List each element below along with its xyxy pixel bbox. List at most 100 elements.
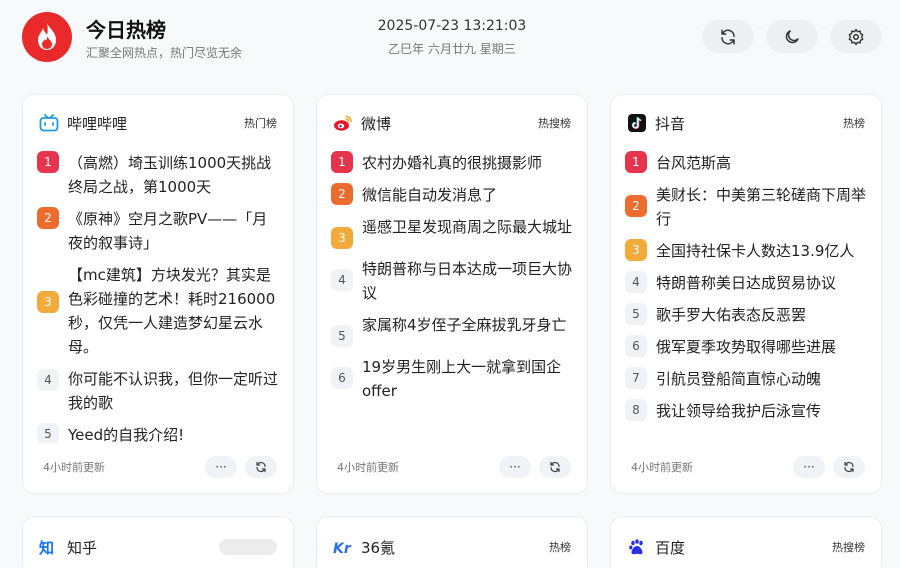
list-item[interactable]: 3 【mc建筑】方块发光？其实是色彩碰撞的艺术！耗时216000秒，仅凭一人建造梦… xyxy=(37,263,279,359)
rank-badge: 4 xyxy=(331,269,353,291)
list-item[interactable]: 6 19岁男生刚上大一就拿到国企offer xyxy=(331,355,573,403)
source-name: 微博 xyxy=(361,114,392,133)
card-header: 哔哩哔哩 热门榜 xyxy=(39,111,277,135)
bilibili-icon xyxy=(39,113,59,133)
item-title[interactable]: 【mc建筑】方块发光？其实是色彩碰撞的艺术！耗时216000秒，仅凭一人建造梦幻… xyxy=(68,263,279,359)
item-title[interactable]: Yeed的自我介绍! xyxy=(68,423,184,443)
item-title[interactable]: （高燃）埼玉训练1000天挑战终局之战，第1000天 xyxy=(68,151,279,199)
source-name: 百度 xyxy=(655,538,686,557)
item-title[interactable]: 微信能自动发消息了 xyxy=(362,183,497,207)
item-title[interactable]: 19岁男生刚上大一就拿到国企offer xyxy=(362,355,573,403)
item-title[interactable]: 我让领导给我护后泳宣传 xyxy=(656,399,821,423)
rank-badge: 4 xyxy=(625,271,647,293)
card-header: 微博 热搜榜 xyxy=(333,111,571,135)
rank-badge: 2 xyxy=(331,183,353,205)
refresh-icon xyxy=(721,29,735,44)
more-button[interactable]: ··· xyxy=(499,456,531,478)
settings-button[interactable] xyxy=(830,20,882,53)
item-title[interactable]: 《原神》空月之歌PV——「月夜的叙事诗」 xyxy=(68,207,279,255)
refresh-icon xyxy=(844,461,854,473)
hot-list: 1 农村办婚礼真的很挑摄影师 2 微信能自动发消息了 3 遥感卫星发现商周之际最大城址… xyxy=(331,151,573,443)
list-type-badge: 热门榜 xyxy=(244,117,277,130)
flame-logo-icon xyxy=(22,12,72,62)
list-item[interactable]: 4 特朗普称美日达成贸易协议 xyxy=(625,271,867,295)
dark-mode-button[interactable] xyxy=(766,20,818,53)
item-title[interactable]: 农村办婚礼真的很挑摄影师 xyxy=(362,151,542,175)
badge-loading-skeleton xyxy=(219,539,277,555)
list-item[interactable]: 4 你可能不认识我，但你一定听过我的歌 xyxy=(37,367,279,415)
app-subtitle: 汇聚全网热点，热门尽览无余 xyxy=(86,46,243,60)
item-title[interactable]: 台风范斯高 xyxy=(656,151,731,175)
datetime: 2025-07-23 13:21:03 xyxy=(377,18,527,34)
lunar-date: 乙巳年 六月廿九 星期三 xyxy=(388,42,516,56)
card-zhihu: 知 知乎 xyxy=(22,516,294,568)
refresh-icon xyxy=(550,461,560,473)
hot-list: 1 （高燃）埼玉训练1000天挑战终局之战，第1000天 2 《原神》空月之歌PV—… xyxy=(37,151,279,443)
36kr-icon: Kr xyxy=(333,537,353,557)
douyin-icon xyxy=(627,113,647,133)
card-header: Kr 36氪 热榜 xyxy=(333,535,571,559)
rank-badge: 5 xyxy=(37,423,59,443)
app-header: 今日热榜 汇聚全网热点，热门尽览无余 2025-07-23 13:21:03 乙… xyxy=(0,0,900,80)
rank-badge: 6 xyxy=(625,335,647,357)
refresh-button[interactable] xyxy=(245,456,277,478)
rank-badge: 3 xyxy=(331,227,353,249)
list-item[interactable]: 7 引航员登船简直惊心动魄 xyxy=(625,367,867,391)
list-item[interactable]: 2 《原神》空月之歌PV——「月夜的叙事诗」 xyxy=(37,207,279,255)
list-item[interactable]: 2 微信能自动发消息了 xyxy=(331,183,573,207)
zhihu-icon: 知 xyxy=(39,537,59,557)
list-item[interactable]: 1 农村办婚礼真的很挑摄影师 xyxy=(331,151,573,175)
list-item[interactable]: 1 （高燃）埼玉训练1000天挑战终局之战，第1000天 xyxy=(37,151,279,199)
more-button[interactable]: ··· xyxy=(793,456,825,478)
hot-list: 1 台风范斯高 2 美财长：中美第三轮磋商下周举行 3 全国持社保卡人数达13.9亿人… xyxy=(625,151,867,443)
rank-badge: 1 xyxy=(625,151,647,173)
updated-time: 4小时前更新 xyxy=(631,461,693,474)
item-title[interactable]: 特朗普称美日达成贸易协议 xyxy=(656,271,836,295)
item-title[interactable]: 遥感卫星发现商周之际最大城址 xyxy=(362,215,572,239)
moon-icon xyxy=(785,29,799,43)
weibo-icon xyxy=(333,113,353,133)
more-button[interactable]: ··· xyxy=(205,456,237,478)
source-name: 抖音 xyxy=(655,114,686,133)
item-title[interactable]: 歌手罗大佑表态反恶罢 xyxy=(656,303,806,327)
gear-icon xyxy=(848,28,864,45)
baidu-paw-icon xyxy=(627,537,647,557)
card-weibo: 微博 热搜榜 1 农村办婚礼真的很挑摄影师 2 微信能自动发消息了 3 遥感卫星发现商… xyxy=(316,94,588,494)
item-title[interactable]: 美财长：中美第三轮磋商下周举行 xyxy=(656,183,867,231)
refresh-button[interactable] xyxy=(833,456,865,478)
rank-badge: 1 xyxy=(37,151,59,173)
list-item[interactable]: 5 家属称4岁侄子全麻拔乳牙身亡 xyxy=(331,313,573,347)
rank-badge: 5 xyxy=(625,303,647,325)
item-title[interactable]: 引航员登船简直惊心动魄 xyxy=(656,367,821,391)
rank-badge: 4 xyxy=(37,369,59,391)
rank-badge: 2 xyxy=(625,195,647,217)
list-item[interactable]: 5 歌手罗大佑表态反恶罢 xyxy=(625,303,867,327)
list-item[interactable]: 3 遥感卫星发现商周之际最大城址 xyxy=(331,215,573,249)
rank-badge: 3 xyxy=(37,291,59,313)
card-header: 百度 热搜榜 xyxy=(627,535,865,559)
list-item[interactable]: 3 全国持社保卡人数达13.9亿人 xyxy=(625,239,867,263)
rank-badge: 2 xyxy=(37,207,59,229)
refresh-all-button[interactable] xyxy=(702,20,754,53)
refresh-button[interactable] xyxy=(539,456,571,478)
item-title[interactable]: 俄军夏季攻势取得哪些进展 xyxy=(656,335,836,359)
rank-badge: 8 xyxy=(625,399,647,421)
item-title[interactable]: 全国持社保卡人数达13.9亿人 xyxy=(656,239,854,263)
refresh-icon xyxy=(256,461,266,473)
item-title[interactable]: 家属称4岁侄子全麻拔乳牙身亡 xyxy=(362,313,567,337)
list-item[interactable]: 2 美财长：中美第三轮磋商下周举行 xyxy=(625,183,867,231)
item-title[interactable]: 特朗普称与日本达成一项巨大协议 xyxy=(362,257,573,305)
item-title[interactable]: 你可能不认识我，但你一定听过我的歌 xyxy=(68,367,279,415)
rank-badge: 1 xyxy=(331,151,353,173)
list-item[interactable]: 1 台风范斯高 xyxy=(625,151,867,175)
list-item[interactable]: 4 特朗普称与日本达成一项巨大协议 xyxy=(331,257,573,305)
card-baidu: 百度 热搜榜 xyxy=(610,516,882,568)
list-type-badge: 热搜榜 xyxy=(832,541,865,554)
clock: 2025-07-23 13:21:03 乙巳年 六月廿九 星期三 xyxy=(352,18,552,57)
list-item[interactable]: 5 Yeed的自我介绍! xyxy=(37,423,279,443)
list-item[interactable]: 8 我让领导给我护后泳宣传 xyxy=(625,399,867,423)
updated-time: 4小时前更新 xyxy=(43,461,105,474)
list-item[interactable]: 6 俄军夏季攻势取得哪些进展 xyxy=(625,335,867,359)
app-title: 今日热榜 xyxy=(86,18,166,42)
source-name: 知乎 xyxy=(67,538,98,557)
